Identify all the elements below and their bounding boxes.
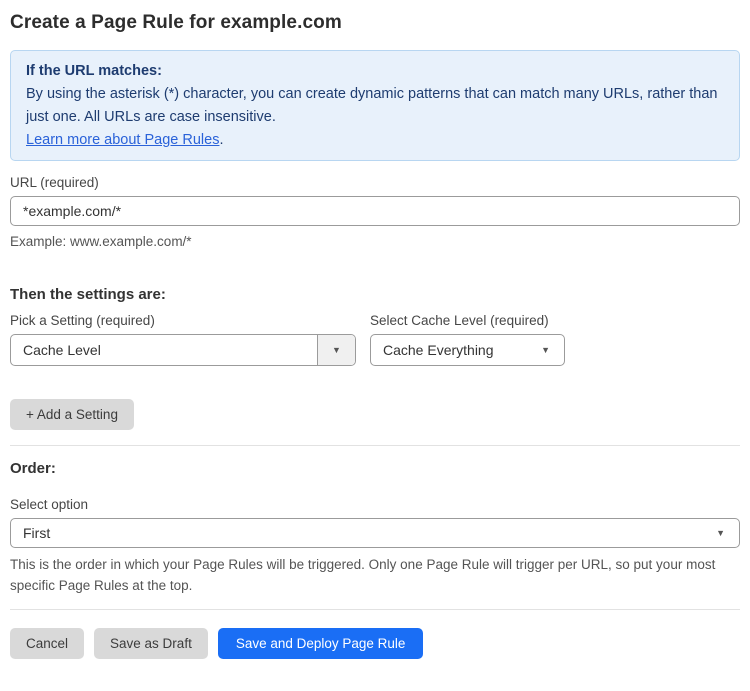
link-suffix: . — [219, 132, 224, 148]
order-helper-text: This is the order in which your Page Rul… — [10, 557, 716, 593]
order-dropdown[interactable]: First ▼ — [10, 518, 740, 548]
cache-level-dropdown[interactable]: Cache Everything ▼ — [370, 334, 565, 366]
add-setting-button[interactable]: + Add a Setting — [10, 399, 134, 430]
info-box-link-line: Learn more about Page Rules. — [26, 129, 724, 152]
settings-row: Pick a Setting (required) Cache Level ▼ … — [10, 313, 740, 366]
setting-picker-dropdown[interactable]: Cache Level ▼ — [10, 334, 356, 366]
cache-level-value: Cache Everything — [383, 342, 494, 358]
footer-divider — [10, 609, 740, 610]
save-and-deploy-button[interactable]: Save and Deploy Page Rule — [217, 628, 424, 659]
setting-picker-arrow-segment[interactable]: ▼ — [317, 335, 355, 365]
settings-section-heading: Then the settings are: — [10, 286, 166, 303]
section-divider — [10, 445, 740, 446]
chevron-down-icon: ▼ — [716, 527, 725, 538]
chevron-down-icon: ▼ — [332, 344, 341, 355]
order-select-label: Select option — [10, 497, 89, 512]
info-box-body: By using the asterisk (*) character, you… — [26, 86, 718, 125]
url-field-helper: Example: www.example.com/* — [10, 234, 192, 249]
setting-picker-field: Pick a Setting (required) Cache Level ▼ — [10, 313, 356, 366]
url-input[interactable] — [10, 196, 740, 226]
url-match-info-box: If the URL matches: By using the asteris… — [10, 50, 740, 161]
cancel-button[interactable]: Cancel — [10, 628, 85, 659]
info-box-heading: If the URL matches: — [26, 63, 162, 79]
chevron-down-icon: ▼ — [541, 344, 550, 355]
setting-picker-label: Pick a Setting (required) — [10, 313, 155, 328]
url-field-label: URL (required) — [10, 175, 99, 190]
cache-level-picker-label: Select Cache Level (required) — [370, 313, 549, 328]
learn-more-link[interactable]: Learn more about Page Rules — [26, 132, 219, 148]
order-value: First — [23, 525, 51, 541]
page-title: Create a Page Rule for example.com — [10, 12, 342, 33]
save-as-draft-button[interactable]: Save as Draft — [94, 628, 208, 659]
footer-buttons: Cancel Save as Draft Save and Deploy Pag… — [10, 628, 740, 659]
cache-level-picker-field: Select Cache Level (required) Cache Ever… — [370, 313, 565, 366]
order-section-heading: Order: — [10, 460, 56, 477]
setting-picker-value: Cache Level — [23, 342, 101, 358]
